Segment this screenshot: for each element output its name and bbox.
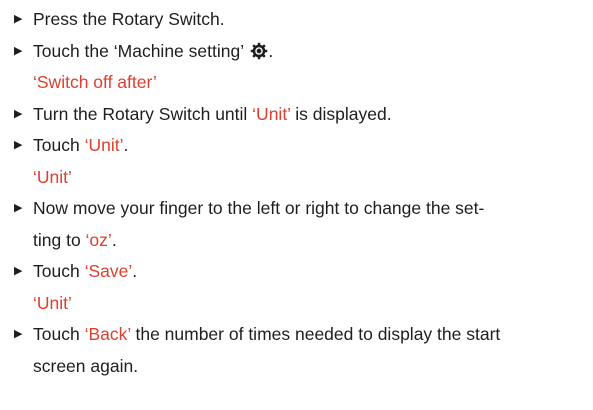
step-text: ting to [33, 229, 86, 250]
bullet-icon: ▶ [14, 265, 23, 277]
step-touch-save: ▶ Touch ‘Save’. [7, 256, 583, 288]
step-text-end: . [132, 261, 138, 281]
step-text-end: is displayed. [290, 103, 392, 124]
step-move-finger: ▶ Now move your finger to the left or rig… [7, 193, 583, 225]
step-touch-unit: ▶ Touch ‘Unit’. [7, 130, 583, 162]
step-text-end: . [268, 40, 274, 61]
step-press-rotary-switch: ▶ Press the Rotary Switch. [7, 4, 583, 36]
bullet-icon: ▶ [14, 107, 23, 120]
highlight-save: ‘Save’ [84, 261, 133, 281]
step-touch-back: ▶ Touch ‘Back’ the number of times needed… [7, 319, 583, 351]
result-unit: ‘Unit’ [33, 292, 72, 313]
gear-icon [251, 42, 268, 59]
step-touch-back-continuation: screen again. [7, 351, 583, 383]
step-move-finger-continuation: ting to ‘oz’. [7, 225, 583, 257]
step-text-end: . [111, 229, 117, 250]
highlight-unit: ‘Unit’ [84, 135, 124, 155]
bullet-icon: ▶ [14, 13, 23, 25]
step-text: Press the Rotary Switch. [33, 9, 225, 29]
bullet-icon: ▶ [14, 328, 23, 340]
result-unit: ‘Unit’ [33, 166, 72, 187]
instructions-page: ▶ Press the Rotary Switch. ▶ Touch the ‘Ma… [0, 0, 593, 410]
highlight-oz: ‘oz’ [85, 229, 112, 250]
step-text: Touch [33, 261, 85, 281]
step-text: Touch [33, 324, 85, 344]
bullet-icon: ▶ [14, 202, 23, 214]
bullet-icon: ▶ [14, 139, 23, 151]
highlight-unit: ‘Unit’ [252, 103, 291, 124]
step-text: Touch [33, 135, 85, 155]
step-text: screen again. [33, 355, 139, 376]
step-text: Touch the ‘Machine setting’ [33, 40, 244, 61]
highlight-back: ‘Back’ [84, 324, 131, 344]
bullet-icon: ▶ [14, 44, 23, 57]
step-touch-machine-setting: ▶ Touch the ‘Machine setting’ . [7, 36, 583, 68]
step-text-end: the number of times needed to display th… [130, 324, 501, 344]
step-text: Now move your finger to the left or righ… [33, 198, 485, 218]
result-switch-off-after: ‘Switch off after’ [33, 72, 157, 92]
step-text: Turn the Rotary Switch until [33, 103, 253, 124]
step-turn-rotary-switch: ▶ Turn the Rotary Switch until ‘Unit’ is … [7, 99, 583, 131]
step-text-end: . [123, 135, 129, 155]
